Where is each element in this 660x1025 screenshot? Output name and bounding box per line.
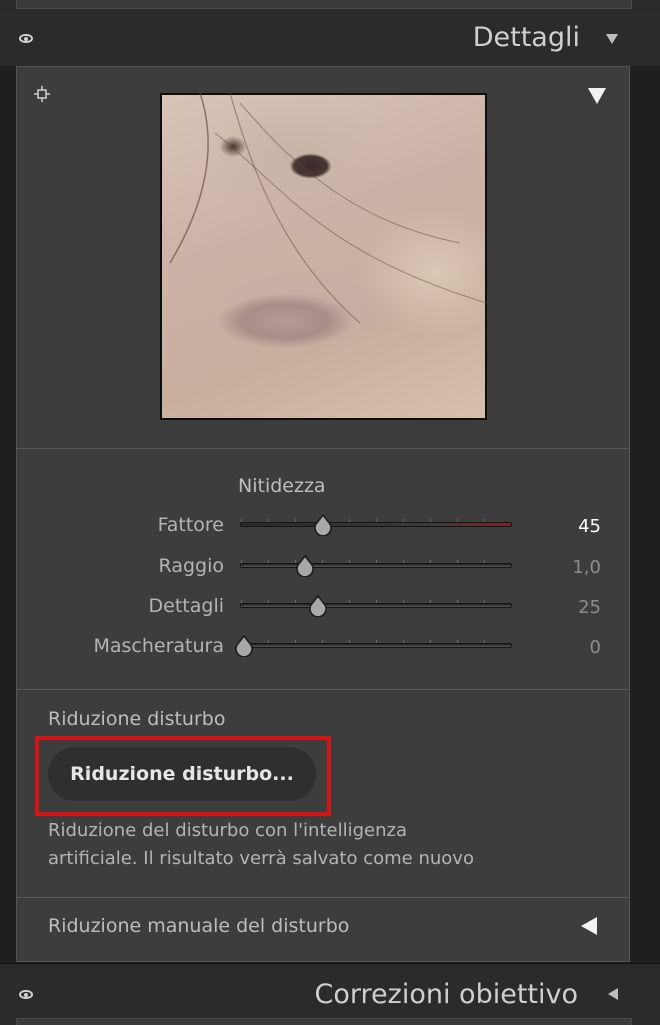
masking-value[interactable]: 0 xyxy=(541,637,601,658)
masking-slider-track[interactable] xyxy=(240,643,512,648)
denoise-description-line2: artificiale. Il risultato verrà salvato … xyxy=(48,848,474,869)
radius-value[interactable]: 1,0 xyxy=(541,557,601,578)
amount-slider-thumb[interactable] xyxy=(313,514,333,536)
masking-label: Mascheratura xyxy=(93,635,224,657)
triangle-down-icon[interactable] xyxy=(606,34,618,44)
divider xyxy=(17,689,629,690)
sharpening-heading: Nitidezza xyxy=(238,475,326,497)
highlight-box xyxy=(35,736,331,816)
masking-slider-thumb[interactable] xyxy=(234,635,254,657)
target-crosshair-icon[interactable] xyxy=(34,86,50,102)
noise-reduction-heading: Riduzione disturbo xyxy=(48,708,226,730)
manual-noise-reduction-label[interactable]: Riduzione manuale del disturbo xyxy=(48,915,349,937)
detail-slider-thumb[interactable] xyxy=(308,595,328,617)
detail-preview-hair-overlay xyxy=(169,93,487,324)
divider xyxy=(17,448,629,449)
eye-icon[interactable] xyxy=(19,990,33,999)
triangle-down-icon[interactable] xyxy=(587,86,607,106)
detail-label: Dettagli xyxy=(148,595,224,617)
radius-slider-track[interactable] xyxy=(240,563,512,568)
triangle-left-icon[interactable] xyxy=(608,988,618,1000)
radius-label: Raggio xyxy=(158,555,224,577)
eye-icon[interactable] xyxy=(19,34,33,43)
detail-value[interactable]: 25 xyxy=(541,597,601,618)
detail-slider-track[interactable] xyxy=(240,603,512,608)
previous-panel-bottom xyxy=(16,0,632,9)
radius-slider-thumb[interactable] xyxy=(295,555,315,577)
divider xyxy=(17,897,629,898)
triangle-left-icon[interactable] xyxy=(580,916,598,936)
amount-value[interactable]: 45 xyxy=(541,516,601,537)
details-panel-title[interactable]: Dettagli xyxy=(300,22,580,53)
denoise-description-line1: Riduzione del disturbo con l'intelligenz… xyxy=(48,820,407,841)
amount-slider-track[interactable] xyxy=(240,522,512,527)
amount-label: Fattore xyxy=(157,514,224,536)
lens-corrections-title[interactable]: Correzioni obiettivo xyxy=(250,979,578,1010)
